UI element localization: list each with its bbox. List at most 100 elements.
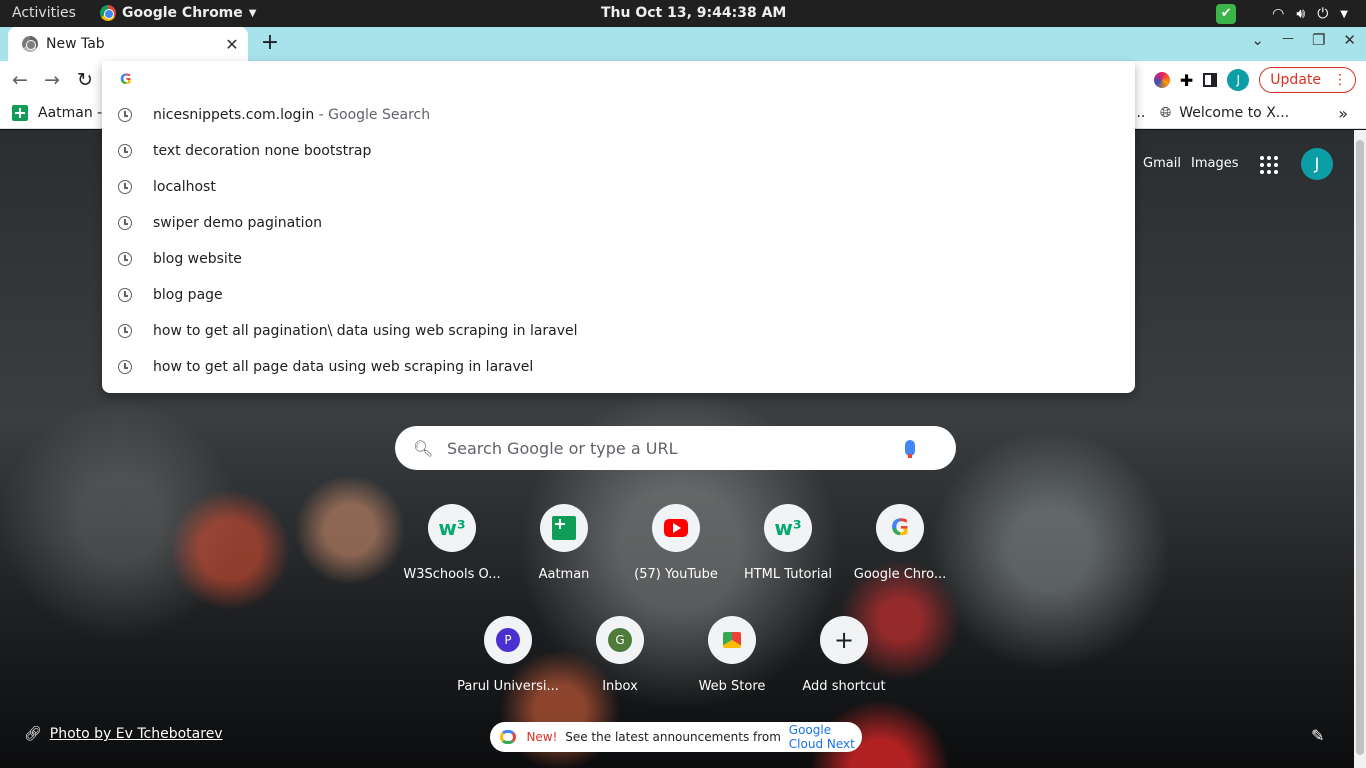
wifi-icon[interactable]: ◠: [1272, 6, 1284, 22]
app-name: Google Chrome: [122, 5, 243, 21]
shortcut-label: Aatman: [538, 567, 590, 582]
bookmark-label: Welcome to X...: [1179, 105, 1290, 121]
tab-new-tab[interactable]: New Tab ✕: [8, 27, 248, 61]
omnibox-input[interactable]: G: [120, 72, 132, 88]
power-icon[interactable]: ⏻: [1317, 6, 1328, 22]
shortcut-label: W3Schools O...: [403, 567, 501, 582]
history-icon: [118, 216, 132, 230]
youtube-icon: [652, 504, 700, 552]
activities-button[interactable]: Activities: [12, 5, 76, 21]
suggestion-text: blog website: [153, 251, 242, 267]
shortcut-label: Add shortcut: [802, 679, 886, 694]
system-tray[interactable]: ✔ ◠ 🔊︎ ⏻ ▼: [1216, 4, 1348, 24]
minimize-icon[interactable]: —: [1282, 31, 1294, 49]
forward-icon[interactable]: →: [44, 69, 60, 91]
link-icon: 🔗︎: [24, 726, 42, 742]
shortcut-html-tutorial[interactable]: w³ HTML Tutorial: [732, 504, 844, 582]
shortcut-google-chrome[interactable]: G Google Chro...: [844, 504, 956, 582]
shortcut-inbox[interactable]: G Inbox: [564, 616, 676, 694]
shortcut-label: Web Store: [698, 679, 766, 694]
photo-credit-text[interactable]: Photo by Ev Tchebotarev: [50, 726, 223, 742]
caret-down-icon[interactable]: ▼: [1340, 9, 1348, 20]
history-icon: [118, 180, 132, 194]
microphone-icon[interactable]: [905, 440, 915, 458]
images-link[interactable]: Images: [1191, 156, 1239, 171]
history-icon: [118, 252, 132, 266]
search-icon: 🔍︎: [413, 438, 434, 458]
w3schools-icon: w³: [428, 504, 476, 552]
shortcut-parul[interactable]: P Parul Universi...: [452, 616, 564, 694]
shortcut-label: HTML Tutorial: [743, 567, 833, 582]
restore-icon[interactable]: ❐: [1312, 31, 1325, 49]
system-clock[interactable]: Thu Oct 13, 9:44:38 AM: [601, 5, 786, 21]
suggestion-text: how to get all pagination\ data using we…: [153, 323, 578, 339]
promo-banner[interactable]: New! See the latest announcements from G…: [490, 722, 862, 752]
shortcut-label: (57) YouTube: [634, 567, 718, 582]
suggestion-item[interactable]: text decoration none bootstrap: [102, 133, 1135, 169]
google-cloud-icon: [500, 730, 517, 744]
ntp-search-box[interactable]: 🔍︎: [395, 426, 956, 470]
new-tab-button[interactable]: +: [258, 30, 282, 55]
suggestion-text: swiper demo pagination: [153, 215, 323, 231]
suggestion-item[interactable]: localhost: [102, 169, 1135, 205]
update-button[interactable]: Update ⋮: [1259, 67, 1356, 93]
app-menu[interactable]: Google Chrome ▼: [100, 5, 256, 21]
suggestion-text: localhost: [153, 179, 216, 195]
bookmark-aatman[interactable]: Aatman -: [12, 105, 102, 121]
volume-icon[interactable]: 🔊︎: [1296, 6, 1305, 22]
history-icon: [118, 288, 132, 302]
back-icon[interactable]: ←: [12, 69, 28, 91]
side-panel-icon[interactable]: [1203, 73, 1218, 87]
suggestion-text: text decoration none bootstrap: [153, 143, 372, 159]
history-icon: [118, 324, 132, 338]
suggestion-suffix: - Google Search: [314, 107, 431, 123]
history-icon: [118, 144, 132, 158]
puzzle-icon[interactable]: ✚: [1180, 71, 1193, 90]
photo-credit[interactable]: 🔗︎ Photo by Ev Tchebotarev: [24, 726, 223, 742]
more-vert-icon[interactable]: ⋮: [1333, 72, 1347, 88]
shield-check-icon[interactable]: ✔: [1216, 4, 1237, 24]
extension-icon[interactable]: [1153, 72, 1170, 88]
bookmarks-overflow-icon[interactable]: »: [1338, 104, 1348, 123]
window-controls: ⌄ — ❐ ✕: [1251, 31, 1356, 49]
close-window-icon[interactable]: ✕: [1343, 31, 1356, 49]
web-store-icon: [708, 616, 756, 664]
profile-avatar[interactable]: J: [1227, 69, 1250, 91]
tab-title: New Tab: [46, 36, 105, 52]
bookmark-welcome[interactable]: 🌐︎ Welcome to X...: [1160, 105, 1289, 121]
suggestion-item[interactable]: nicesnippets.com.login - Google Search: [102, 97, 1135, 133]
promo-text: See the latest announcements from: [561, 730, 785, 744]
shortcut-aatman[interactable]: Aatman: [508, 504, 620, 582]
update-label: Update: [1270, 72, 1321, 88]
suggestion-item[interactable]: how to get all pagination\ data using we…: [102, 313, 1135, 349]
shortcut-label: Google Chro...: [853, 567, 947, 582]
account-avatar[interactable]: J: [1301, 148, 1333, 180]
os-top-bar: Activities Google Chrome ▼ Thu Oct 13, 9…: [0, 0, 1366, 27]
customize-pencil-icon[interactable]: ✎: [1311, 726, 1324, 745]
search-input[interactable]: [447, 438, 887, 458]
reload-icon[interactable]: ↻: [77, 69, 93, 91]
suggestion-text: blog page: [153, 287, 223, 303]
w3schools-icon: w³: [764, 504, 812, 552]
shortcut-w3schools[interactable]: w³ W3Schools O...: [396, 504, 508, 582]
shortcut-web-store[interactable]: Web Store: [676, 616, 788, 694]
toolbar-actions: ✚ J Update ⋮: [1153, 67, 1356, 93]
chrome-icon: [100, 5, 116, 21]
add-shortcut-button[interactable]: + Add shortcut: [788, 616, 900, 694]
suggestion-item[interactable]: swiper demo pagination: [102, 205, 1135, 241]
plus-icon: +: [820, 616, 868, 664]
promo-link[interactable]: Google Cloud Next: [789, 723, 862, 751]
suggestion-item[interactable]: how to get all page data using web scrap…: [102, 349, 1135, 385]
globe-icon: 🌐︎: [1160, 105, 1172, 121]
scrollbar-thumb[interactable]: [1356, 140, 1364, 755]
close-tab-icon[interactable]: ✕: [222, 35, 242, 54]
google-apps-icon[interactable]: [1260, 156, 1278, 174]
suggestion-text: nicesnippets.com.login: [153, 107, 315, 123]
scrollbar[interactable]: [1354, 130, 1366, 768]
suggestion-item[interactable]: blog page: [102, 277, 1135, 313]
google-icon: G: [876, 504, 924, 552]
shortcut-youtube[interactable]: (57) YouTube: [620, 504, 732, 582]
tab-search-icon[interactable]: ⌄: [1251, 31, 1264, 49]
gmail-link[interactable]: Gmail: [1143, 156, 1181, 171]
suggestion-item[interactable]: blog website: [102, 241, 1135, 277]
